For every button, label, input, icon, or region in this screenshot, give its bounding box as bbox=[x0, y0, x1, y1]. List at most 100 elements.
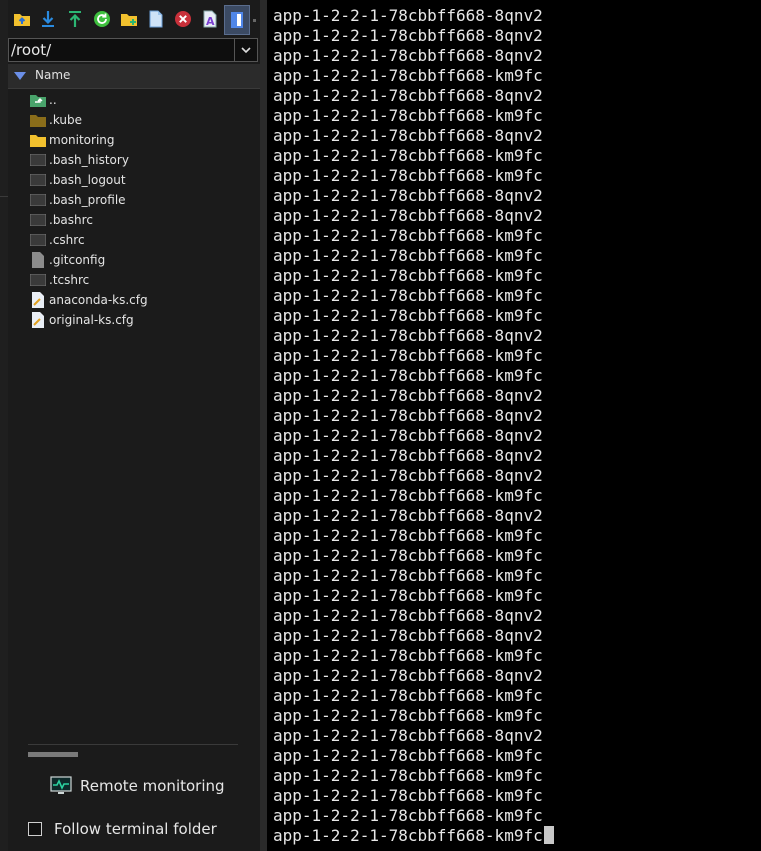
name-column-header[interactable]: Name bbox=[8, 64, 260, 89]
refresh-icon[interactable] bbox=[92, 9, 112, 29]
list-item[interactable]: .bash_logout bbox=[30, 170, 126, 190]
list-item[interactable]: .bashrc bbox=[30, 210, 93, 230]
terminal-line-text: app-1-2-2-1-78cbbff668-8qnv2 bbox=[273, 406, 543, 425]
path-input[interactable]: /root/ bbox=[8, 38, 258, 62]
config-file-icon bbox=[30, 292, 46, 308]
delete-icon[interactable] bbox=[173, 9, 193, 29]
terminal-line: app-1-2-2-1-78cbbff668-km9fc bbox=[273, 546, 554, 566]
terminal-line: app-1-2-2-1-78cbbff668-km9fc bbox=[273, 646, 554, 666]
list-item[interactable]: monitoring bbox=[30, 130, 115, 150]
terminal-line-text: app-1-2-2-1-78cbbff668-km9fc bbox=[273, 146, 543, 165]
terminal-line: app-1-2-2-1-78cbbff668-8qnv2 bbox=[273, 26, 554, 46]
sort-down-icon bbox=[14, 72, 26, 80]
terminal-line: app-1-2-2-1-78cbbff668-km9fc bbox=[273, 686, 554, 706]
terminal-line-text: app-1-2-2-1-78cbbff668-km9fc bbox=[273, 306, 543, 325]
folder-dark-icon bbox=[30, 112, 46, 128]
terminal-line-text: app-1-2-2-1-78cbbff668-km9fc bbox=[273, 566, 543, 585]
terminal-line-text: app-1-2-2-1-78cbbff668-km9fc bbox=[273, 286, 543, 305]
terminal-line: app-1-2-2-1-78cbbff668-8qnv2 bbox=[273, 326, 554, 346]
horizontal-scrollbar[interactable] bbox=[28, 752, 78, 757]
follow-terminal-folder-checkbox[interactable]: Follow terminal folder bbox=[28, 818, 217, 840]
terminal-line-text: app-1-2-2-1-78cbbff668-km9fc bbox=[273, 346, 543, 365]
terminal-line-text: app-1-2-2-1-78cbbff668-8qnv2 bbox=[273, 666, 543, 685]
terminal-line: app-1-2-2-1-78cbbff668-8qnv2 bbox=[273, 466, 554, 486]
horizontal-scrollbar-track bbox=[28, 744, 238, 745]
chevron-down-icon bbox=[241, 46, 251, 53]
terminal-line-text: app-1-2-2-1-78cbbff668-km9fc bbox=[273, 486, 543, 505]
terminal-line-text: app-1-2-2-1-78cbbff668-km9fc bbox=[273, 266, 543, 285]
terminal-file-icon bbox=[30, 152, 46, 168]
toolbar-overflow-dot bbox=[253, 19, 256, 22]
terminal-line: app-1-2-2-1-78cbbff668-8qnv2 bbox=[273, 46, 554, 66]
list-item[interactable]: .bash_history bbox=[30, 150, 129, 170]
terminal-line: app-1-2-2-1-78cbbff668-8qnv2 bbox=[273, 606, 554, 626]
folder-up-icon[interactable] bbox=[12, 9, 32, 29]
terminal-line-text: app-1-2-2-1-78cbbff668-km9fc bbox=[273, 706, 543, 725]
terminal-line: app-1-2-2-1-78cbbff668-km9fc bbox=[273, 366, 554, 386]
terminal-line-text: app-1-2-2-1-78cbbff668-8qnv2 bbox=[273, 626, 543, 645]
terminal-line: app-1-2-2-1-78cbbff668-km9fc bbox=[273, 486, 554, 506]
terminal-line-text: app-1-2-2-1-78cbbff668-8qnv2 bbox=[273, 386, 543, 405]
list-item[interactable]: original-ks.cfg bbox=[30, 310, 134, 330]
list-item[interactable]: anaconda-ks.cfg bbox=[30, 290, 148, 310]
terminal-line: app-1-2-2-1-78cbbff668-km9fc bbox=[273, 166, 554, 186]
terminal-line: app-1-2-2-1-78cbbff668-km9fc bbox=[273, 566, 554, 586]
terminal-file-icon bbox=[30, 272, 46, 288]
panel-splitter[interactable] bbox=[260, 0, 267, 851]
list-item[interactable]: .bash_profile bbox=[30, 190, 126, 210]
terminal-line: app-1-2-2-1-78cbbff668-8qnv2 bbox=[273, 506, 554, 526]
terminal-line: app-1-2-2-1-78cbbff668-8qnv2 bbox=[273, 206, 554, 226]
list-item[interactable]: .cshrc bbox=[30, 230, 85, 250]
file-name: .kube bbox=[49, 113, 82, 127]
list-item[interactable]: .gitconfig bbox=[30, 250, 105, 270]
list-item[interactable]: .. bbox=[30, 90, 57, 110]
terminal-line-text: app-1-2-2-1-78cbbff668-8qnv2 bbox=[273, 726, 543, 745]
file-name: .. bbox=[49, 93, 57, 107]
terminal-line: app-1-2-2-1-78cbbff668-km9fc bbox=[273, 66, 554, 86]
file-name: .tcshrc bbox=[49, 273, 90, 287]
terminal-line-text: app-1-2-2-1-78cbbff668-km9fc bbox=[273, 366, 543, 385]
file-name: .bash_profile bbox=[49, 193, 126, 207]
follow-terminal-folder-label: Follow terminal folder bbox=[54, 820, 217, 838]
left-edge-strip bbox=[0, 0, 8, 851]
terminal-line-text: app-1-2-2-1-78cbbff668-8qnv2 bbox=[273, 466, 543, 485]
terminal-line-text: app-1-2-2-1-78cbbff668-km9fc bbox=[273, 246, 543, 265]
terminal-line: app-1-2-2-1-78cbbff668-km9fc bbox=[273, 266, 554, 286]
terminal-line-text: app-1-2-2-1-78cbbff668-8qnv2 bbox=[273, 326, 543, 345]
terminal-line: app-1-2-2-1-78cbbff668-8qnv2 bbox=[273, 126, 554, 146]
new-file-icon[interactable] bbox=[146, 9, 166, 29]
terminal-line: app-1-2-2-1-78cbbff668-km9fc bbox=[273, 526, 554, 546]
file-name: .bash_logout bbox=[49, 173, 126, 187]
terminal-file-icon bbox=[30, 192, 46, 208]
terminal-line: app-1-2-2-1-78cbbff668-km9fc bbox=[273, 286, 554, 306]
terminal-line: app-1-2-2-1-78cbbff668-8qnv2 bbox=[273, 726, 554, 746]
toggle-view-icon[interactable] bbox=[224, 5, 250, 35]
terminal-line-text: app-1-2-2-1-78cbbff668-8qnv2 bbox=[273, 126, 543, 145]
terminal-line: app-1-2-2-1-78cbbff668-km9fc bbox=[273, 826, 554, 846]
terminal-line: app-1-2-2-1-78cbbff668-8qnv2 bbox=[273, 666, 554, 686]
new-folder-icon[interactable] bbox=[119, 9, 139, 29]
rename-icon[interactable]: A bbox=[200, 9, 220, 29]
terminal-line: app-1-2-2-1-78cbbff668-8qnv2 bbox=[273, 386, 554, 406]
terminal-output[interactable]: app-1-2-2-1-78cbbff668-8qnv2 app-1-2-2-1-… bbox=[267, 0, 761, 851]
download-icon[interactable] bbox=[38, 9, 58, 29]
file-name: .gitconfig bbox=[49, 253, 106, 267]
terminal-line: app-1-2-2-1-78cbbff668-km9fc bbox=[273, 246, 554, 266]
path-dropdown-button[interactable] bbox=[234, 39, 257, 61]
terminal-line: app-1-2-2-1-78cbbff668-km9fc bbox=[273, 306, 554, 326]
remote-monitoring-button[interactable]: Remote monitoring bbox=[50, 772, 225, 800]
name-column-label: Name bbox=[35, 68, 71, 82]
terminal-line: app-1-2-2-1-78cbbff668-km9fc bbox=[273, 766, 554, 786]
terminal-line-text: app-1-2-2-1-78cbbff668-km9fc bbox=[273, 106, 543, 125]
terminal-line-text: app-1-2-2-1-78cbbff668-km9fc bbox=[273, 166, 543, 185]
parent-folder-icon bbox=[30, 92, 46, 108]
checkbox-box[interactable] bbox=[28, 822, 42, 836]
terminal-line-text: app-1-2-2-1-78cbbff668-km9fc bbox=[273, 786, 543, 805]
list-item[interactable]: .kube bbox=[30, 110, 82, 130]
list-item[interactable]: .tcshrc bbox=[30, 270, 89, 290]
terminal-file-icon bbox=[30, 212, 46, 228]
terminal-line: app-1-2-2-1-78cbbff668-km9fc bbox=[273, 226, 554, 246]
terminal-line-text: app-1-2-2-1-78cbbff668-8qnv2 bbox=[273, 446, 543, 465]
upload-icon[interactable] bbox=[65, 9, 85, 29]
terminal-line: app-1-2-2-1-78cbbff668-km9fc bbox=[273, 346, 554, 366]
